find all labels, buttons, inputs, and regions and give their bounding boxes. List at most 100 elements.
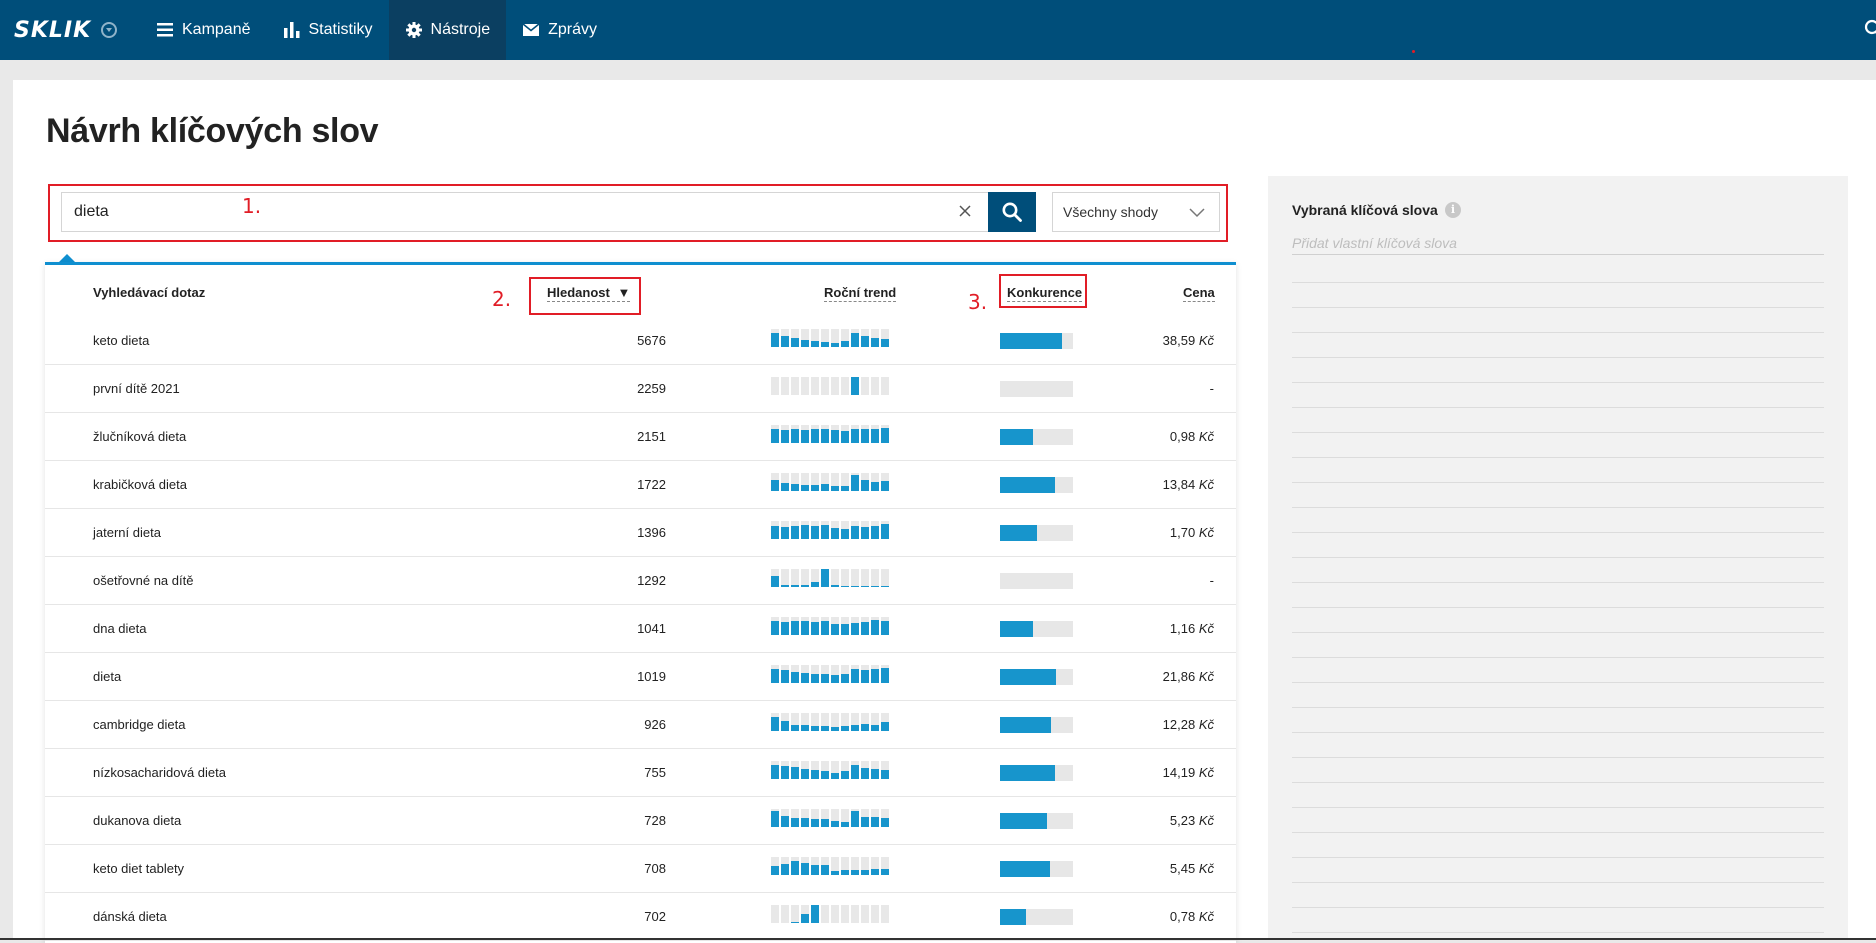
sklik-logo[interactable]: SKLIK [14,16,118,44]
keyword-cell: dukanova dieta [93,813,182,828]
annotation-box-competition [999,274,1087,308]
keyword-search-field[interactable] [61,192,989,232]
trend-bar [881,818,889,827]
header-price[interactable]: Cena [1183,285,1215,302]
trend-bar [781,622,789,635]
logo-text: SKLIK [14,17,92,43]
table-row[interactable]: první dítě 2021 2259 - [45,365,1236,413]
page-title: Návrh klíčových slov [46,112,379,150]
header-trend[interactable]: Roční trend [824,285,897,302]
price-cell: - [1210,381,1214,396]
table-row[interactable]: dna dieta 1041 1,16 Kč [45,605,1236,653]
trend-bar-bg [851,905,859,923]
table-row[interactable]: keto dieta 5676 38,59 Kč [45,317,1236,365]
competition-meter [1000,861,1073,877]
trend-bar [781,585,789,587]
table-row[interactable]: nízkosacharidová dieta 755 14,19 Kč [45,749,1236,797]
trend-bar [871,338,879,347]
competition-fill [1000,765,1055,781]
trend-bar [821,771,829,779]
trend-bar [781,816,789,827]
trend-bar-bg [781,569,789,587]
nav-item-statistiky[interactable]: Statistiky [267,0,389,60]
price-currency: Kč [1198,333,1214,348]
trend-bar [791,725,799,731]
trend-bar-bg [871,377,879,395]
keyword-cell: nízkosacharidová dieta [93,765,226,780]
yearly-trend-chart [771,473,889,491]
trend-bar [811,429,819,443]
trend-bar [811,905,819,923]
price-currency: Kč [1198,861,1214,876]
trend-bar [881,770,889,779]
trend-bar [811,485,819,491]
trend-bar-bg [821,377,829,395]
table-row[interactable]: dieta 1019 21,86 Kč [45,653,1236,701]
trend-bar [801,673,809,683]
trend-bar [801,340,809,347]
empty-keyword-slot [1292,382,1824,383]
nav-label: Kampaně [182,21,251,38]
account-dropdown-icon[interactable] [101,22,118,38]
yearly-trend-chart [771,521,889,539]
volume-cell: 755 [644,765,666,780]
nav-item-nastroje[interactable]: Nástroje [388,0,507,60]
match-type-select[interactable]: Všechny shody [1052,192,1220,232]
volume-cell: 708 [644,861,666,876]
trend-bar [871,586,879,587]
trend-bar [771,717,779,731]
trend-bar [841,341,849,347]
info-icon[interactable]: i [1445,202,1461,218]
trend-bar [871,725,879,731]
table-row[interactable]: cambridge dieta 926 12,28 Kč [45,701,1236,749]
global-search-icon[interactable] [1860,18,1876,40]
trend-bar [861,429,869,443]
competition-fill [1000,909,1026,925]
nav-label: Zprávy [548,21,597,38]
yearly-trend-chart [771,713,889,731]
table-row[interactable]: dánská dieta 702 0,78 Kč [45,893,1236,941]
trend-bar [831,486,839,491]
trend-bar [871,669,879,683]
trend-bar [831,430,839,443]
yearly-trend-chart [771,905,889,923]
table-row[interactable]: ošetřovné na dítě 1292 - [45,557,1236,605]
table-row[interactable]: dukanova dieta 728 5,23 Kč [45,797,1236,845]
table-row[interactable]: krabičková dieta 1722 13,84 Kč [45,461,1236,509]
empty-keyword-slot [1292,882,1824,883]
empty-keyword-slot [1292,807,1824,808]
table-row[interactable]: keto diet tablety 708 5,45 Kč [45,845,1236,893]
price-value: 14,19 [1162,765,1196,780]
trend-bar [861,870,869,875]
trend-bar [871,817,879,827]
trend-bar [861,622,869,635]
nav-item-kampane[interactable]: Kampaně [140,0,267,60]
search-icon [1002,202,1022,222]
trend-bar [861,670,869,683]
add-custom-keywords-input[interactable] [1292,232,1824,255]
table-row[interactable]: jaterní dieta 1396 1,70 Kč [45,509,1236,557]
nav-item-zpravy[interactable]: Zprávy [506,0,613,60]
price-value: 21,86 [1162,669,1196,684]
trend-bar [771,765,779,779]
price-cell: 21,86 Kč [1163,669,1214,684]
trend-bar [781,336,789,347]
trend-bar-bg [861,905,869,923]
trend-bar [821,429,829,443]
trend-bar [881,621,889,635]
trend-bar [831,675,839,683]
search-button[interactable] [988,192,1036,232]
volume-cell: 702 [644,909,666,924]
clear-search-icon[interactable] [956,202,974,220]
trend-bar [841,822,849,827]
table-row[interactable]: žlučníková dieta 2151 0,98 Kč [45,413,1236,461]
yearly-trend-chart [771,665,889,683]
trend-bar-bg [871,569,879,587]
envelope-icon [522,21,540,39]
selected-keywords-panel: Vybraná klíčová slova i [1268,176,1848,940]
price-cell: - [1210,573,1214,588]
competition-meter [1000,525,1073,541]
yearly-trend-chart [771,425,889,443]
trend-bar-bg [851,569,859,587]
keyword-search-input[interactable] [62,193,946,231]
